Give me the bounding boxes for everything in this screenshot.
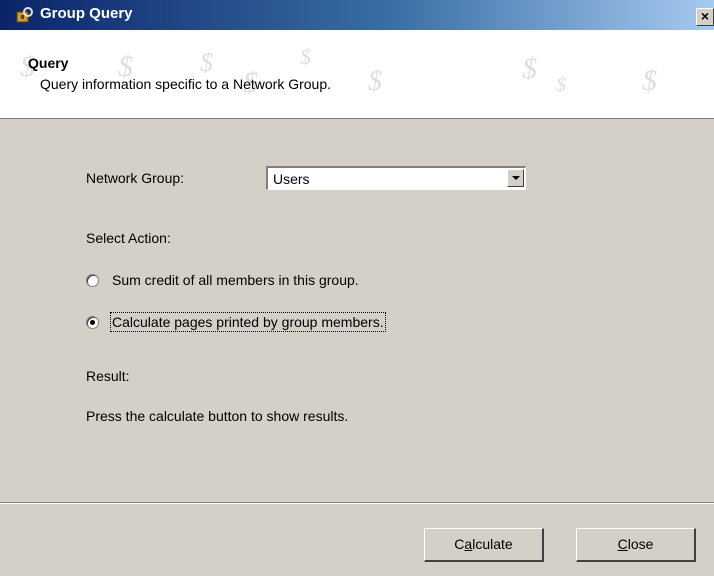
network-group-value: Users <box>273 171 310 187</box>
banner-title: Query <box>28 55 69 71</box>
network-group-label: Network Group: <box>86 170 185 186</box>
close-button[interactable]: Close <box>576 528 696 562</box>
dollar-watermark-icon: $ <box>368 66 382 97</box>
close-accel-key: C <box>617 536 628 552</box>
footer-divider <box>0 502 714 504</box>
dollar-watermark-icon: $ <box>200 48 213 77</box>
dropdown-arrow-icon[interactable] <box>507 169 524 187</box>
result-label: Result: <box>86 368 130 384</box>
window-title: Group Query <box>40 5 133 22</box>
dollar-watermark-icon: $ <box>300 44 311 69</box>
calculate-button-label: C <box>454 536 465 552</box>
dollar-watermark-icon: $ <box>642 64 657 97</box>
close-icon: × <box>700 8 710 24</box>
calculate-button[interactable]: Calculate <box>424 528 544 562</box>
radio-calculate-pages-label[interactable]: Calculate pages printed by group members… <box>110 312 386 332</box>
dollar-watermark-icon: $ <box>556 74 566 96</box>
result-text: Press the calculate button to show resul… <box>86 408 349 424</box>
network-group-select[interactable]: Users <box>266 166 526 190</box>
calculate-button-label-rest: lculate <box>472 536 513 552</box>
header-banner: $ $ $ $ $ $ $ $ $ Query Query informatio… <box>0 30 714 119</box>
radio-sum-credit[interactable] <box>86 274 99 287</box>
select-action-label: Select Action: <box>86 230 171 246</box>
close-button-label-rest: lose <box>627 536 654 552</box>
title-bar: Group Query × <box>0 0 714 30</box>
radio-sum-credit-label[interactable]: Sum credit of all members in this group. <box>112 272 359 288</box>
banner-subtitle: Query information specific to a Network … <box>40 76 332 92</box>
radio-calculate-pages[interactable] <box>86 316 99 329</box>
close-window-button[interactable]: × <box>696 8 714 26</box>
dollar-watermark-icon: $ <box>522 52 537 85</box>
key-lock-icon <box>16 7 33 23</box>
